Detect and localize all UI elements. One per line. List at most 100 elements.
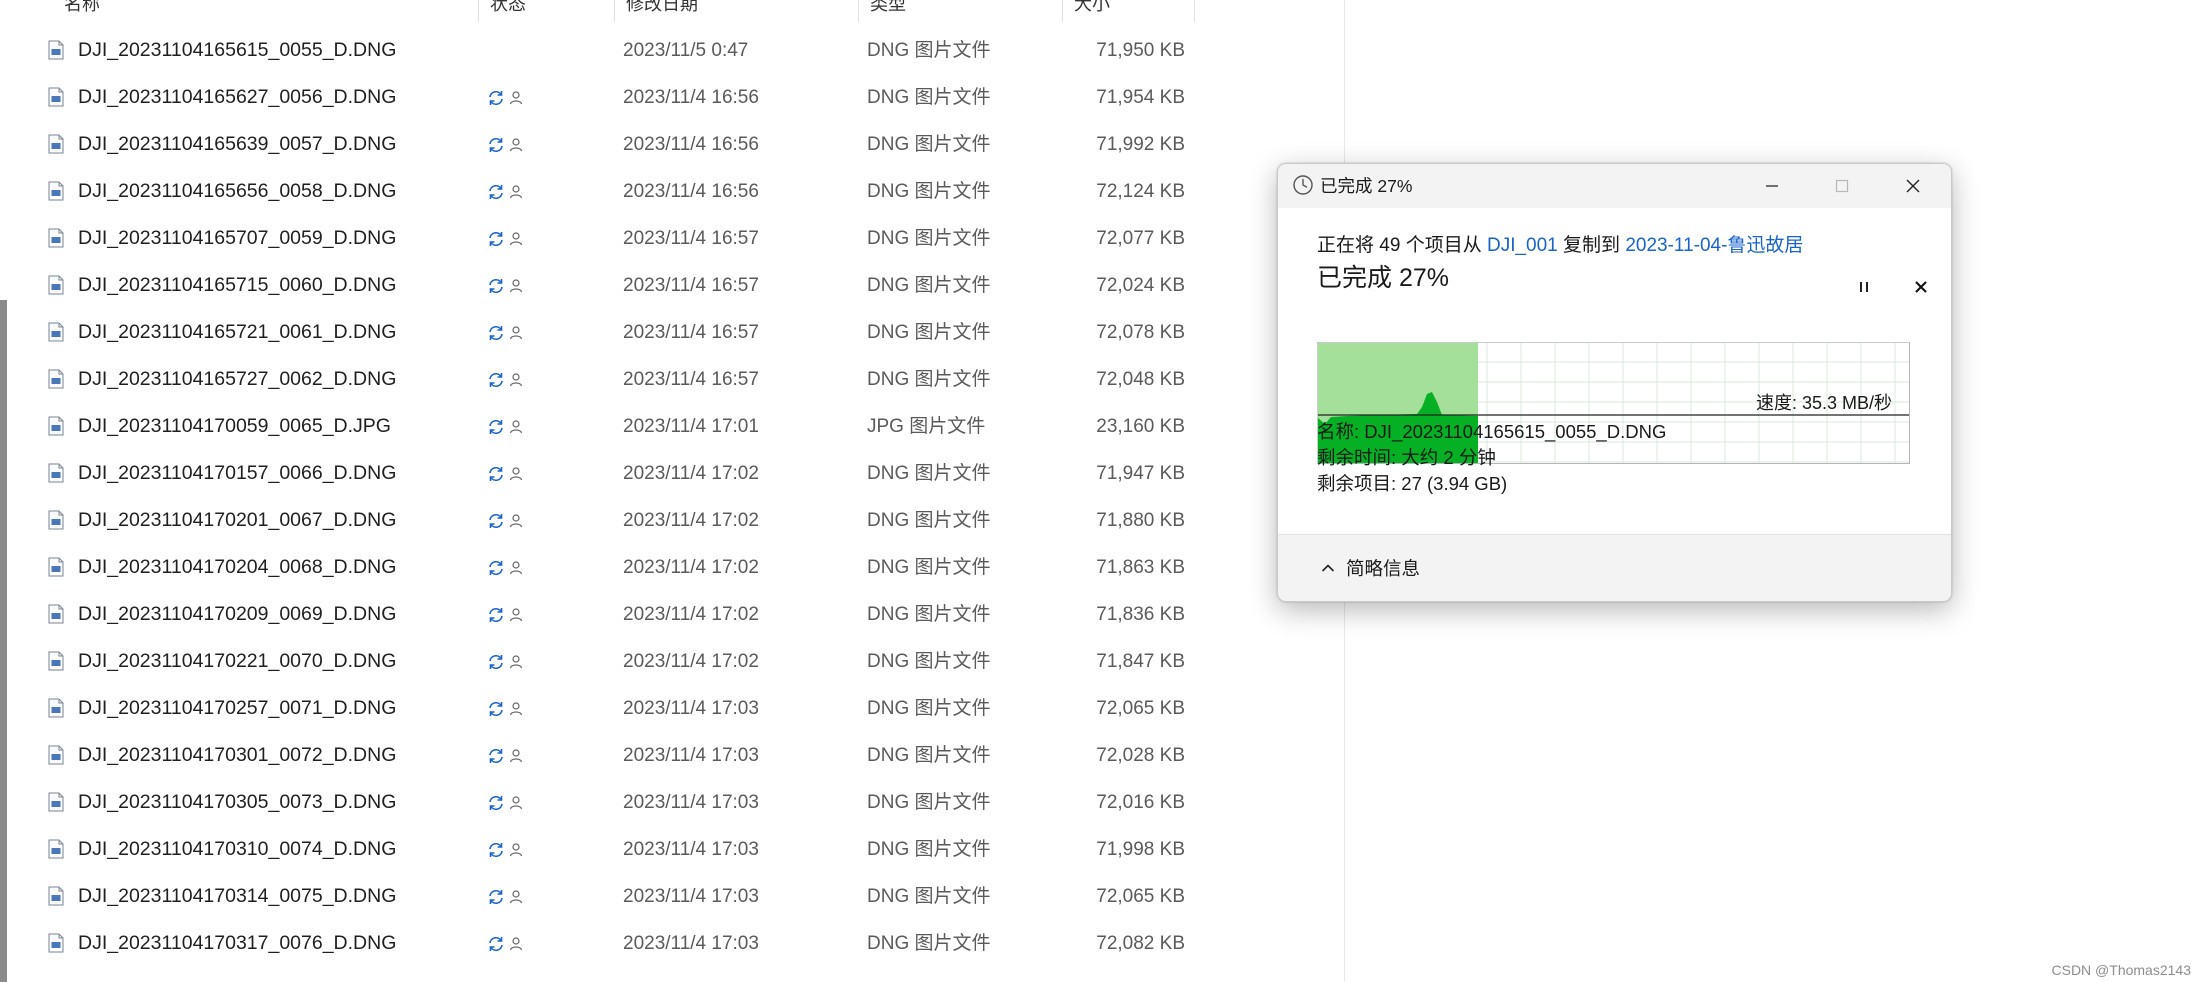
pause-button[interactable] <box>1849 272 1879 302</box>
sync-pending-icon <box>489 325 523 341</box>
file-date: 2023/11/4 16:57 <box>623 322 759 343</box>
file-row[interactable]: DJI_20231104170314_0075_D.DNG 2023/11/4 1… <box>14 873 1194 920</box>
dng-file-icon <box>48 792 64 812</box>
file-row[interactable]: DJI_20231104165656_0058_D.DNG 2023/11/4 1… <box>14 168 1194 215</box>
file-row[interactable]: DJI_20231104170317_0076_D.DNG 2023/11/4 1… <box>14 920 1194 967</box>
file-type: DNG 图片文件 <box>867 839 991 860</box>
dng-file-icon <box>48 745 64 765</box>
file-row[interactable]: DJI_20231104165727_0062_D.DNG 2023/11/4 1… <box>14 356 1194 403</box>
column-separator[interactable] <box>1062 0 1063 22</box>
file-row[interactable]: DJI_20231104165707_0059_D.DNG 2023/11/4 1… <box>14 215 1194 262</box>
column-separator[interactable] <box>858 0 859 22</box>
navigation-pane-scrollbar[interactable] <box>0 300 7 982</box>
file-row[interactable]: DJI_20231104170221_0070_D.DNG 2023/11/4 1… <box>14 638 1194 685</box>
dng-file-icon <box>48 510 64 530</box>
file-name: DJI_20231104170059_0065_D.JPG <box>78 415 391 437</box>
column-header-date[interactable]: 修改日期 <box>626 0 698 22</box>
minimize-button[interactable] <box>1737 164 1807 208</box>
sync-pending-icon <box>489 842 523 858</box>
sync-pending-icon <box>489 513 523 529</box>
file-name: DJI_20231104170201_0067_D.DNG <box>78 509 397 531</box>
file-date: 2023/11/4 17:02 <box>623 604 759 625</box>
file-type: DNG 图片文件 <box>867 181 991 202</box>
fewer-details-button[interactable]: 简略信息 <box>1320 555 1420 581</box>
file-name: DJI_20231104165727_0062_D.DNG <box>78 368 397 390</box>
file-name: DJI_20231104170301_0072_D.DNG <box>78 744 397 766</box>
destination-folder-link[interactable]: 2023-11-04-鲁迅故居 <box>1625 235 1803 256</box>
cancel-icon <box>1915 281 1927 293</box>
file-row[interactable]: DJI_20231104165721_0061_D.DNG 2023/11/4 1… <box>14 309 1194 356</box>
sync-pending-icon <box>489 560 523 576</box>
file-row[interactable]: DJI_20231104170204_0068_D.DNG 2023/11/4 1… <box>14 544 1194 591</box>
file-size: 72,065 KB <box>1096 886 1185 907</box>
time-remaining: 剩余时间: 大约 2 分钟 <box>1317 447 1496 468</box>
file-size: 71,847 KB <box>1096 651 1185 672</box>
jpg-file-icon <box>48 416 64 436</box>
file-size: 71,947 KB <box>1096 463 1185 484</box>
column-separator[interactable] <box>478 0 479 22</box>
file-size: 72,024 KB <box>1096 275 1185 296</box>
file-size: 23,160 KB <box>1096 416 1185 437</box>
file-size: 71,998 KB <box>1096 839 1185 860</box>
column-header-name[interactable]: 名称 <box>64 0 100 22</box>
column-separator[interactable] <box>614 0 615 22</box>
progress-heading: 已完成 27% <box>1317 264 1449 292</box>
clock-icon <box>1293 175 1313 195</box>
file-type: DNG 图片文件 <box>867 886 991 907</box>
file-row[interactable]: DJI_20231104170257_0071_D.DNG 2023/11/4 1… <box>14 685 1194 732</box>
file-name: DJI_20231104170157_0066_D.DNG <box>78 462 397 484</box>
file-row[interactable]: DJI_20231104170301_0072_D.DNG 2023/11/4 1… <box>14 732 1194 779</box>
dng-file-icon <box>48 40 64 60</box>
file-size: 72,065 KB <box>1096 698 1185 719</box>
file-size: 71,992 KB <box>1096 134 1185 155</box>
file-size: 72,028 KB <box>1096 745 1185 766</box>
file-type: DNG 图片文件 <box>867 510 991 531</box>
file-row[interactable]: DJI_20231104165627_0056_D.DNG 2023/11/4 1… <box>14 74 1194 121</box>
file-date: 2023/11/5 0:47 <box>623 40 749 61</box>
column-header-size[interactable]: 大小 <box>1074 0 1110 22</box>
file-date: 2023/11/4 16:56 <box>623 134 759 155</box>
file-type: DNG 图片文件 <box>867 604 991 625</box>
file-row[interactable]: DJI_20231104165639_0057_D.DNG 2023/11/4 1… <box>14 121 1194 168</box>
dialog-title: 已完成 27% <box>1320 176 1413 196</box>
sync-pending-icon <box>489 701 523 717</box>
file-type: DNG 图片文件 <box>867 792 991 813</box>
file-size: 71,863 KB <box>1096 557 1185 578</box>
dng-file-icon <box>48 228 64 248</box>
file-row[interactable]: DJI_20231104165715_0060_D.DNG 2023/11/4 1… <box>14 262 1194 309</box>
file-type: DNG 图片文件 <box>867 40 991 61</box>
file-date: 2023/11/4 17:03 <box>623 839 759 860</box>
file-row[interactable]: DJI_20231104170157_0066_D.DNG 2023/11/4 1… <box>14 450 1194 497</box>
file-row[interactable]: DJI_20231104165615_0055_D.DNG 2023/11/5 0… <box>14 27 1194 74</box>
fewer-details-label: 简略信息 <box>1346 558 1421 579</box>
file-row[interactable]: DJI_20231104170059_0065_D.JPG 2023/11/4 1… <box>14 403 1194 450</box>
column-separator[interactable] <box>1194 0 1195 22</box>
speed-label: 速度: 35.3 MB/秒 <box>1756 393 1893 413</box>
dialog-titlebar[interactable]: 已完成 27% <box>1278 164 1951 208</box>
file-row[interactable]: DJI_20231104170209_0069_D.DNG 2023/11/4 1… <box>14 591 1194 638</box>
source-folder-link[interactable]: DJI_001 <box>1487 235 1558 256</box>
column-header-type[interactable]: 类型 <box>870 0 906 22</box>
column-header-status[interactable]: 状态 <box>490 0 526 22</box>
file-type: DNG 图片文件 <box>867 463 991 484</box>
dng-file-icon <box>48 604 64 624</box>
file-row[interactable]: DJI_20231104170305_0073_D.DNG 2023/11/4 1… <box>14 779 1194 826</box>
close-button[interactable] <box>1878 164 1948 208</box>
file-size: 72,077 KB <box>1096 228 1185 249</box>
file-type: DNG 图片文件 <box>867 557 991 578</box>
file-name: DJI_20231104165707_0059_D.DNG <box>78 227 397 249</box>
file-row[interactable]: DJI_20231104170310_0074_D.DNG 2023/11/4 1… <box>14 826 1194 873</box>
file-name: DJI_20231104165639_0057_D.DNG <box>78 133 397 155</box>
sync-pending-icon <box>489 231 523 247</box>
copy-prefix: 正在将 49 个项目从 <box>1317 235 1487 256</box>
cancel-copy-button[interactable] <box>1906 272 1936 302</box>
maximize-button[interactable] <box>1807 164 1877 208</box>
dng-file-icon <box>48 369 64 389</box>
sync-pending-icon <box>489 278 523 294</box>
file-name: DJI_20231104165615_0055_D.DNG <box>78 39 397 61</box>
dng-file-icon <box>48 87 64 107</box>
dng-file-icon <box>48 557 64 577</box>
dng-file-icon <box>48 463 64 483</box>
file-type: DNG 图片文件 <box>867 322 991 343</box>
file-row[interactable]: DJI_20231104170201_0067_D.DNG 2023/11/4 1… <box>14 497 1194 544</box>
